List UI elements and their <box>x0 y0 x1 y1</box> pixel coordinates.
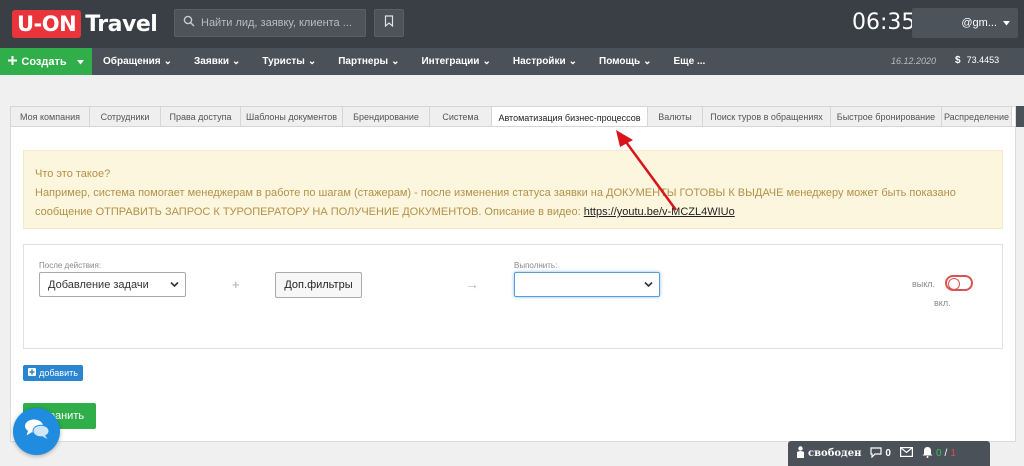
search-box[interactable] <box>174 9 366 37</box>
add-label: добавить <box>39 368 78 378</box>
mail-button[interactable] <box>899 447 913 460</box>
chevron-down-icon: ⌄ <box>391 56 400 67</box>
notifications-counter[interactable]: 0 / 1 <box>922 446 956 461</box>
chat-bubbles-icon <box>24 418 50 445</box>
tab-distribution[interactable]: Распределение <box>942 106 1012 126</box>
chat-icon <box>870 446 883 461</box>
add-rule-button[interactable]: добавить <box>23 365 83 381</box>
nav-item-appeals[interactable]: Обращения ⌄ <box>92 48 183 75</box>
after-action-value: Добавление задачи <box>48 278 149 291</box>
notif-separator: / <box>944 448 948 459</box>
toggle-on-label: вкл. <box>934 298 951 308</box>
search-input[interactable] <box>201 17 361 29</box>
search-icon <box>183 14 195 32</box>
nav-label: Интеграции <box>421 56 480 67</box>
after-action-select[interactable]: Добавление задачи <box>39 272 186 297</box>
person-icon <box>796 446 805 461</box>
tab-process-automation[interactable]: Автоматизация бизнес-процессов <box>492 106 648 126</box>
execute-select[interactable] <box>514 272 660 297</box>
top-header: U-ON Travel 06:35 @gm... <box>0 0 1024 48</box>
plus-icon <box>8 55 18 68</box>
bookmark-icon <box>384 14 394 32</box>
bookmark-button[interactable] <box>374 9 404 37</box>
logo-text: Travel <box>85 11 158 37</box>
nav-item-help[interactable]: Помощь ⌄ <box>588 48 663 75</box>
chevron-down-icon <box>644 279 653 293</box>
settings-tabs: Моя компания Сотрудники Права доступа Ша… <box>10 106 1020 127</box>
extra-filters-button[interactable]: Доп.фильтры <box>275 272 362 298</box>
tabs-scroll-right[interactable] <box>1016 106 1024 127</box>
tab-employees[interactable]: Сотрудники <box>90 106 161 126</box>
logo[interactable]: U-ON Travel <box>12 9 158 39</box>
info-text: Например, система помогает менеджерам в … <box>35 187 956 218</box>
chevron-down-icon: ⌄ <box>163 56 173 67</box>
nav-item-more[interactable]: Еще ... <box>663 48 717 75</box>
user-menu[interactable]: @gm... <box>912 8 1018 38</box>
tab-document-templates[interactable]: Шаблоны документов <box>241 106 343 126</box>
nav-label: Туристы <box>262 56 305 67</box>
status-text: свободен <box>808 448 862 459</box>
toggle-off-label: выкл. <box>912 279 936 289</box>
nav-label: Обращения <box>103 56 161 67</box>
rate-value: 73.4453 <box>966 55 1000 65</box>
nav-item-partners[interactable]: Партнеры ⌄ <box>327 48 410 75</box>
arrow-right-icon: → <box>465 276 479 292</box>
chevron-down-icon <box>170 279 179 293</box>
tab-quick-booking[interactable]: Быстрое бронирование <box>831 106 942 126</box>
plus-square-icon <box>28 368 37 378</box>
nav-item-requests[interactable]: Заявки ⌄ <box>183 48 251 75</box>
envelope-icon <box>899 447 913 460</box>
video-link[interactable]: https://youtu.be/v-MCZL4WIUo <box>584 206 735 218</box>
status-bar: свободен 0 0 / 1 <box>788 441 990 466</box>
availability-status[interactable]: свободен <box>796 446 861 461</box>
chat-widget-button[interactable] <box>13 408 60 455</box>
logo-badge: U-ON <box>12 10 82 38</box>
nav-label: Помощь <box>599 56 641 67</box>
enable-toggle[interactable] <box>945 275 973 291</box>
chevron-down-icon: ⌄ <box>568 56 577 67</box>
tab-currencies[interactable]: Валюты <box>648 106 703 126</box>
bell-icon <box>922 446 933 461</box>
main-nav: Создать Обращения ⌄ Заявки ⌄ Туристы ⌄ Парт… <box>0 48 1024 75</box>
create-button[interactable]: Создать <box>0 48 92 75</box>
caret-down-icon <box>1003 17 1010 29</box>
caret-down-icon <box>76 56 84 68</box>
tab-access-rights[interactable]: Права доступа <box>161 106 241 126</box>
info-text-block: Например, система помогает менеджерам в … <box>35 184 992 222</box>
nav-label: Еще ... <box>673 56 706 67</box>
info-title: Что это такое? <box>35 168 111 180</box>
chevron-down-icon: ⌄ <box>232 56 241 67</box>
current-date: 16.12.2020 <box>891 56 937 66</box>
info-box: Что это такое? Например, система помогае… <box>23 150 1003 229</box>
tab-tour-search[interactable]: Поиск туров в обращениях <box>703 106 831 126</box>
create-label: Создать <box>21 55 67 68</box>
chevron-down-icon: ⌄ <box>482 56 491 67</box>
tab-system[interactable]: Система <box>430 106 492 126</box>
tab-branding[interactable]: Брендирование <box>343 106 430 126</box>
currency-symbol: $ <box>955 55 961 66</box>
user-email: @gm... <box>961 17 997 29</box>
nav-label: Настройки <box>512 56 566 67</box>
nav-item-settings[interactable]: Настройки ⌄ <box>502 48 588 75</box>
chats-counter[interactable]: 0 <box>870 446 891 461</box>
chats-count: 0 <box>885 448 891 459</box>
plus-separator: + <box>232 277 240 292</box>
nav-label: Партнеры <box>338 56 389 67</box>
after-action-label: После действия: <box>39 261 102 270</box>
notif-red-count: 1 <box>950 448 956 459</box>
nav-label: Заявки <box>194 56 230 67</box>
execute-label: Выполнить: <box>514 261 558 270</box>
nav-item-tourists[interactable]: Туристы ⌄ <box>251 48 327 75</box>
chevron-down-icon: ⌄ <box>307 56 317 67</box>
clock: 06:35 <box>852 10 916 35</box>
chevron-down-icon: ⌄ <box>643 56 652 67</box>
nav-item-integrations[interactable]: Интеграции ⌄ <box>410 48 501 75</box>
tab-my-company[interactable]: Моя компания <box>10 106 90 126</box>
currency-rate: $ 73.4453 <box>955 55 999 66</box>
notif-green-count: 0 <box>935 448 942 459</box>
